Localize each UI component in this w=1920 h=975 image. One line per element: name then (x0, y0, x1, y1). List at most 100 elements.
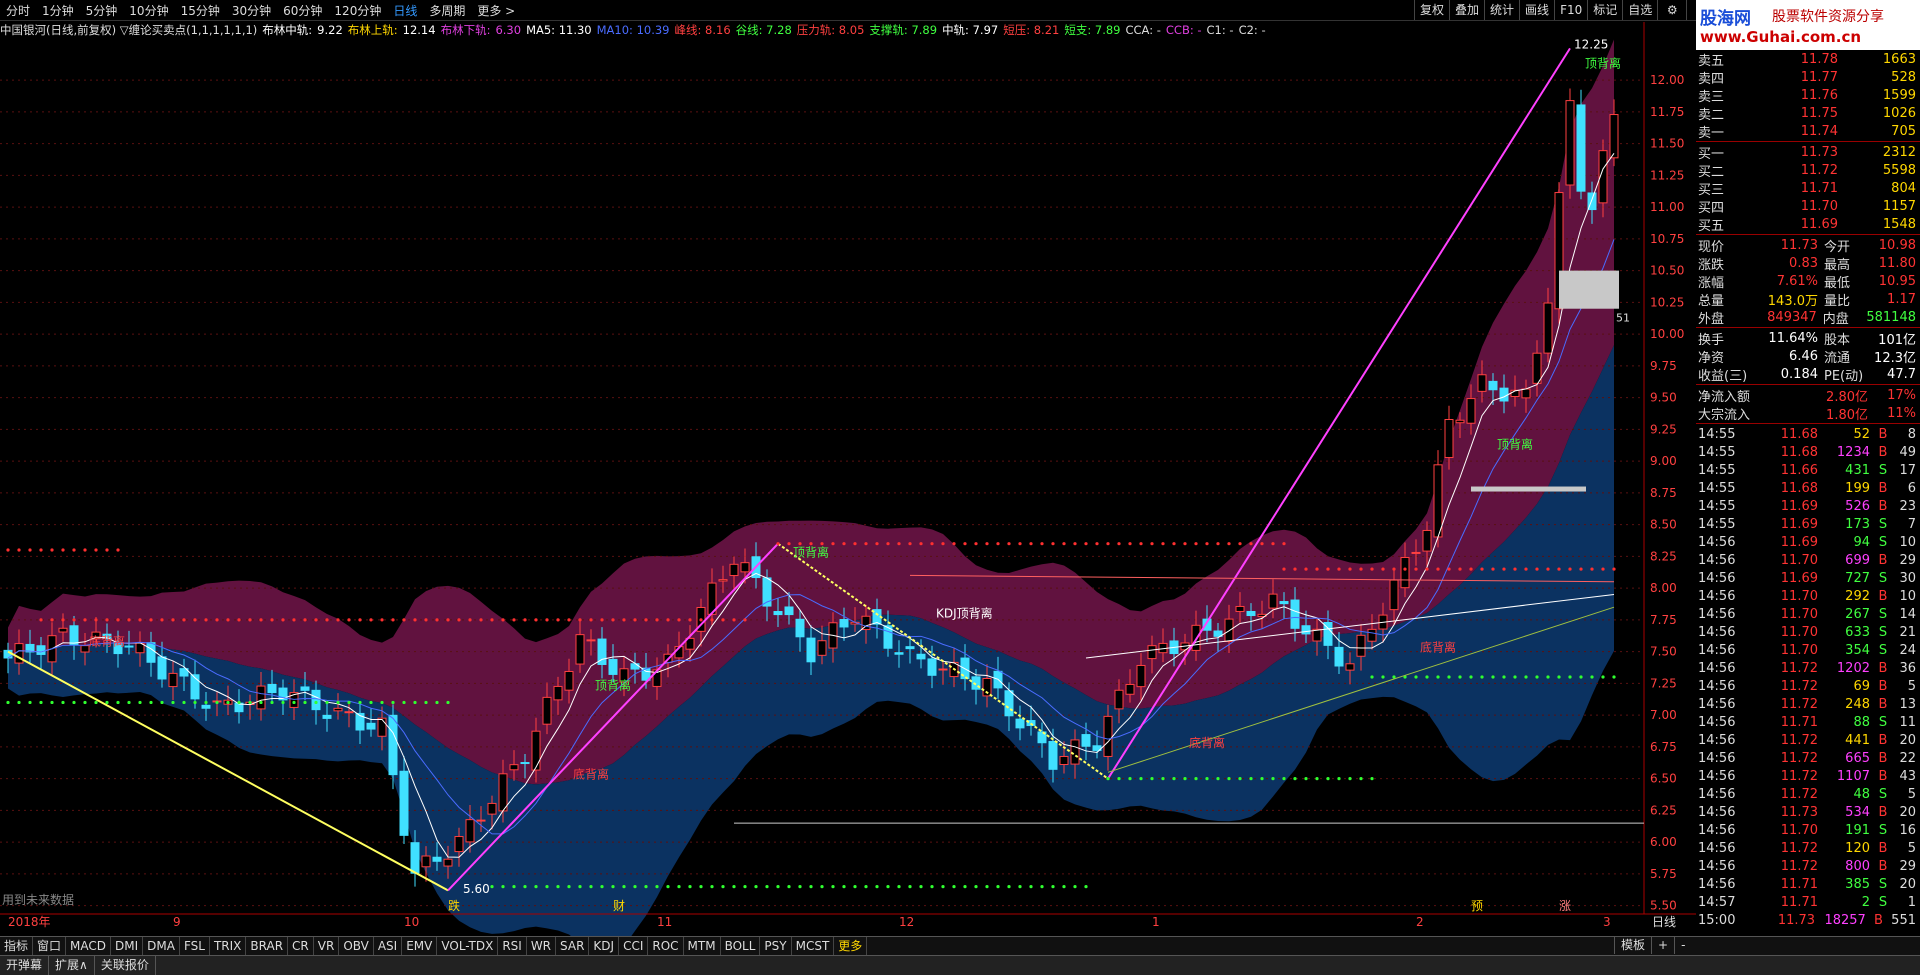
candle[interactable] (1048, 741, 1058, 770)
period-tab-2[interactable]: 5分钟 (80, 2, 124, 19)
candle[interactable] (344, 711, 354, 714)
candle[interactable] (1444, 419, 1454, 459)
candle[interactable] (1543, 302, 1553, 354)
candle[interactable] (564, 670, 574, 691)
period-tab-0[interactable]: 分时 (0, 2, 36, 19)
candle[interactable] (784, 606, 794, 616)
candle[interactable] (311, 689, 321, 711)
candle[interactable] (1499, 387, 1509, 402)
bottom-tab-0[interactable]: 开弹幕 (0, 956, 50, 975)
candle[interactable] (630, 663, 640, 670)
indicator-tab-15[interactable]: WR (527, 937, 557, 955)
candle[interactable] (498, 773, 508, 812)
candle[interactable] (1301, 625, 1311, 635)
candle[interactable] (1356, 634, 1366, 657)
indicator-tab-24[interactable]: 更多 (834, 937, 868, 955)
indicator-tab-3[interactable]: DMI (111, 937, 144, 955)
indicator-tab-14[interactable]: RSI (498, 937, 527, 955)
indicator-tab-10[interactable]: OBV (339, 937, 374, 955)
candle[interactable] (157, 656, 167, 680)
candle[interactable] (586, 639, 596, 642)
bid-row[interactable]: 买二 11.72 5598 (1696, 161, 1920, 180)
candle[interactable] (729, 563, 739, 577)
ask-row[interactable]: 卖二 11.75 1026 (1696, 104, 1920, 123)
bid-row[interactable]: 买四 11.70 1157 (1696, 197, 1920, 216)
candle[interactable] (1422, 529, 1432, 552)
indicator-tab-13[interactable]: VOL-TDX (437, 937, 499, 955)
candle[interactable] (1411, 551, 1421, 554)
indicator-tab-19[interactable]: ROC (648, 937, 684, 955)
candle[interactable] (124, 645, 134, 648)
candle[interactable] (1345, 663, 1355, 671)
candle[interactable] (388, 714, 398, 776)
ask-row[interactable]: 卖五 11.78 1663 (1696, 50, 1920, 69)
candle[interactable] (1015, 718, 1025, 729)
candle[interactable] (839, 619, 849, 628)
indicator-tab-1[interactable]: 窗口 (33, 937, 67, 955)
candle[interactable] (1081, 734, 1091, 747)
indicator-tab-11[interactable]: ASI (374, 937, 403, 955)
candle[interactable] (1609, 114, 1619, 159)
candle[interactable] (465, 819, 475, 843)
candle[interactable] (36, 645, 46, 655)
indicator-tab-22[interactable]: PSY (760, 937, 792, 955)
candle[interactable] (333, 707, 343, 712)
candle[interactable] (806, 637, 816, 663)
bottom-tab-2[interactable]: 关联报价 (95, 956, 156, 975)
tool-button-3[interactable]: 画线 (1519, 0, 1554, 20)
indicator-tab-7[interactable]: BRAR (246, 937, 289, 955)
candle[interactable] (443, 858, 453, 867)
ask-row[interactable]: 卖三 11.76 1599 (1696, 86, 1920, 105)
tool-button-6[interactable]: 自选 (1622, 0, 1657, 20)
period-tab-7[interactable]: 120分钟 (328, 2, 387, 19)
settings-icon[interactable]: ⚙ (1657, 0, 1686, 20)
candle[interactable] (256, 685, 266, 710)
candle[interactable] (410, 842, 420, 874)
candle[interactable] (927, 658, 937, 676)
candle[interactable] (1565, 100, 1575, 186)
bottom-tab-1[interactable]: 扩展∧ (49, 956, 95, 975)
candle[interactable] (1125, 683, 1135, 695)
tool-button-2[interactable]: 统计 (1484, 0, 1519, 20)
candle[interactable] (1521, 388, 1531, 399)
indicator-tab-18[interactable]: CCI (619, 937, 649, 955)
ask-row[interactable]: 卖四 11.77 528 (1696, 68, 1920, 87)
period-tab-10[interactable]: 更多 > (471, 2, 521, 19)
candle[interactable] (1367, 628, 1377, 642)
tool-button-0[interactable]: 复权 (1414, 0, 1449, 20)
candle[interactable] (1290, 599, 1300, 629)
indicator-tab-4[interactable]: DMA (143, 937, 180, 955)
indicator-tab-6[interactable]: TRIX (210, 937, 247, 955)
candle[interactable] (300, 686, 310, 691)
candle[interactable] (1334, 646, 1344, 667)
candle[interactable] (1103, 715, 1113, 757)
candle[interactable] (1279, 601, 1289, 605)
period-tab-1[interactable]: 1分钟 (36, 2, 80, 19)
bid-row[interactable]: 买五 11.69 1548 (1696, 215, 1920, 234)
side-button-1[interactable]: + (1651, 936, 1674, 954)
tool-button-5[interactable]: 标记 (1587, 0, 1622, 20)
candle[interactable] (80, 645, 90, 653)
candle[interactable] (1114, 689, 1124, 710)
side-button-0[interactable]: 模板 (1614, 936, 1651, 954)
candle[interactable] (421, 855, 431, 868)
candle[interactable] (1235, 605, 1245, 612)
candle[interactable] (817, 640, 827, 656)
candle[interactable] (1466, 398, 1476, 424)
period-tab-9[interactable]: 多周期 (423, 2, 471, 19)
candle[interactable] (366, 722, 376, 730)
bid-row[interactable]: 买三 11.71 804 (1696, 179, 1920, 198)
kline-chart[interactable]: 12.00 11.75 11.50 11.25 11.00 10.75 10.50 10.25… (0, 22, 1696, 946)
candle[interactable] (1389, 579, 1399, 611)
candle[interactable] (916, 653, 926, 660)
indicator-tab-0[interactable]: 指标 (0, 937, 34, 955)
bid-row[interactable]: 买一 11.73 2312 (1696, 143, 1920, 162)
period-tab-5[interactable]: 30分钟 (226, 2, 277, 19)
candle[interactable] (1532, 352, 1542, 384)
candle[interactable] (476, 819, 486, 822)
candle[interactable] (432, 856, 442, 862)
candle[interactable] (795, 618, 805, 638)
candle[interactable] (1400, 557, 1410, 589)
indicator-tab-16[interactable]: SAR (556, 937, 590, 955)
tool-button-4[interactable]: F10 (1554, 0, 1587, 20)
